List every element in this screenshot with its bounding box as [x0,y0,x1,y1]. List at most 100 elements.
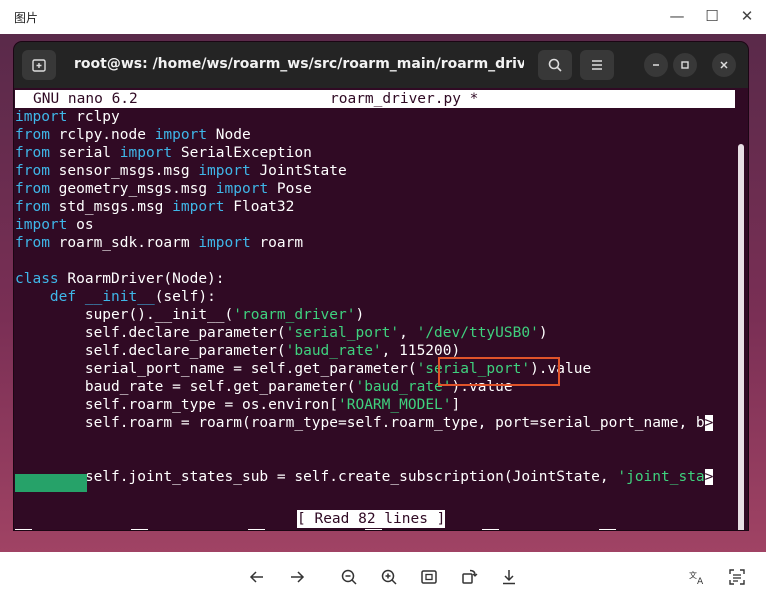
code-token: class [15,271,59,287]
code-token: ) [538,325,548,341]
shortcut-item[interactable]: ^W Where Is [248,528,344,530]
code-line: from rclpy.node import Node [15,126,251,144]
code-token: serial [49,145,120,161]
shortcut-key: ^K [365,529,383,530]
nano-version: GNU nano 6.2 [33,91,138,107]
ocr-icon [729,569,745,585]
code-token: Node [207,127,251,143]
code-token: > [704,469,714,485]
download-button[interactable] [496,564,522,590]
terminal-close-button[interactable] [712,53,736,77]
rotate-icon [462,569,478,584]
ocr-button[interactable] [724,564,750,590]
search-button[interactable] [538,50,572,80]
arrow-right-icon [291,571,305,583]
code-token: 'ROARM_MODEL' [338,397,452,413]
code-token: import [15,217,68,233]
download-icon [503,570,515,585]
maximize-icon [681,61,689,69]
code-token: , [399,325,417,341]
code-token: ) [355,307,365,323]
code-token: self.joint_states_sub = self.create_subs… [15,469,618,485]
code-line: self.declare_parameter('baud_rate', 1152… [15,342,460,360]
code-token: import [198,235,251,251]
code-line: self.joint_states_sub = self.create_subs… [15,468,714,486]
code-token: Float32 [224,199,295,215]
shortcut-item[interactable]: ^O Write Out [131,528,236,530]
code-token: self.roarm = roarm(roarm_type=self.roarm… [15,415,705,431]
code-token: rclpy.node [49,127,155,143]
viewer-titlebar: 图片 — ☐ ✕ [0,0,766,34]
zoom-out-button[interactable] [336,564,362,590]
terminal-headerbar: root@ws: /home/ws/roarm_ws/src/roarm_mai… [14,42,748,88]
code-line: self.roarm = roarm(roarm_type=self.roarm… [15,414,714,432]
code-token: from [15,163,50,179]
code-token: import [15,109,68,125]
code-line: self.roarm_type = os.environ['ROARM_MODE… [15,396,460,414]
previous-button[interactable] [244,564,270,590]
fit-window-icon [421,570,437,584]
shortcut-label: Location [616,529,695,530]
rotate-button[interactable] [456,564,482,590]
nano-filename: roarm_driver.py * [330,91,479,107]
shortcut-item[interactable]: ^G Help [15,528,76,530]
minimize-button[interactable]: — [664,4,690,28]
terminal-maximize-button[interactable] [673,53,697,77]
code-token: (self): [154,289,216,305]
code-token: roarm_sdk.roarm [49,235,199,251]
arrow-left-icon [249,571,263,583]
code-token: import [172,199,225,215]
code-line: from serial import SerialException [15,144,312,162]
code-token: > [704,415,714,431]
fit-window-button[interactable] [416,564,442,590]
code-token: ] [451,397,461,413]
maximize-button[interactable]: ☐ [699,4,725,28]
nano-editor[interactable]: GNU nano 6.2 roarm_driver.py * import rcl… [14,88,748,530]
shortcut-key: ^W [248,529,266,530]
next-button[interactable] [284,564,310,590]
code-line: super().__init__('roarm_driver') [15,306,364,324]
code-token: 'serial_port' [285,325,400,341]
terminal-minimize-button[interactable] [644,53,668,77]
search-icon [548,58,562,72]
image-canvas: root@ws: /home/ws/roarm_ws/src/roarm_mai… [0,34,766,552]
code-token: import [198,163,251,179]
svg-text:文: 文 [689,570,697,580]
close-icon [720,61,728,69]
code-token: roarm [250,235,304,251]
code-token: from [15,127,50,143]
code-token: self.roarm_type = os.environ[ [15,397,339,413]
translate-icon: 文A [689,570,704,586]
shortcut-label: Write Out [148,529,236,530]
translate-button[interactable]: 文A [684,564,710,590]
shortcut-key: ^G [15,529,33,530]
shortcut-item[interactable]: ^T Execute [482,528,569,530]
terminal-window: root@ws: /home/ws/roarm_ws/src/roarm_mai… [14,42,748,530]
code-token: 'joint_sta [617,469,705,485]
highlight-box [438,357,560,386]
code-line: import rclpy [15,108,120,126]
code-token: 'baud_rate' [285,343,382,359]
code-token: from [15,181,50,197]
close-button[interactable]: ✕ [734,4,760,28]
viewer-title: 图片 [14,11,39,25]
code-token: def [49,289,77,305]
zoom-in-button[interactable] [376,564,402,590]
code-token: SerialException [172,145,312,161]
code-token: RoarmDriver(Node): [58,271,225,287]
code-token: std_msgs.msg [49,199,173,215]
shortcut-item[interactable]: ^K Cut [365,528,417,530]
new-tab-icon [32,59,46,72]
shortcut-label: Cut [382,529,417,530]
code-token: os [67,217,94,233]
hamburger-icon [592,60,602,70]
shortcut-item[interactable]: ^C Location [599,528,695,530]
new-tab-button[interactable] [22,50,56,80]
code-line: self.declare_parameter('serial_port', '/… [15,324,548,342]
scrollbar[interactable] [738,144,744,530]
code-token: JointState [250,163,347,179]
code-token: rclpy [67,109,120,125]
menu-button[interactable] [580,50,614,80]
shortcut-key: ^T [482,529,500,530]
